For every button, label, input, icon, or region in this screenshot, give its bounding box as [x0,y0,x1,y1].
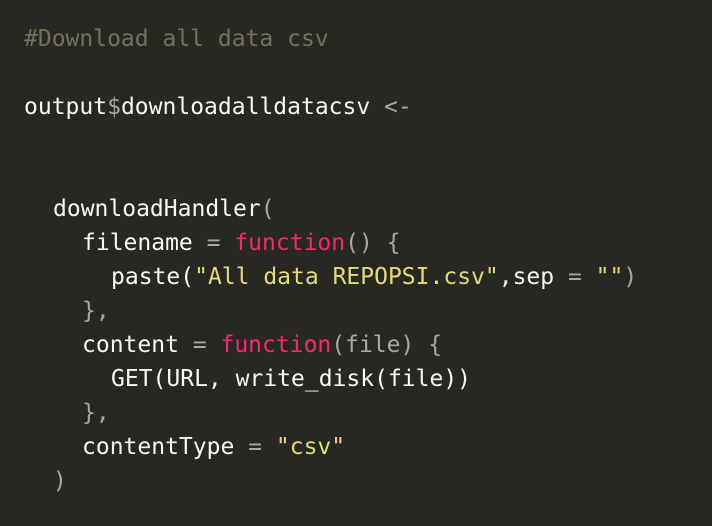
code-editor[interactable]: #Download all data csv output$downloadal… [0,0,712,526]
string-token: "csv" [275,434,346,460]
paren-token: ) [623,264,638,290]
keyword-token: function [220,332,332,358]
paren-token: ( [260,196,275,222]
argument-token: ,sep [498,264,555,290]
code-line-4: filename = function() { [0,226,712,260]
code-line-1: #Download all data csv [0,22,712,56]
code-line-2: output$downloadalldatacsv <- [0,90,712,124]
code-line-blank-2 [0,124,712,158]
brace-token: () { [345,230,401,256]
argument-token: contentType [82,434,235,460]
identifier-token: downloadalldatacsv [120,94,371,120]
code-line-11: ) [0,464,712,498]
assign-operator-token: <- [370,94,412,120]
brace-token: (file) { [331,332,443,358]
equals-operator-token: = [554,264,596,290]
operator-token: $ [107,94,121,120]
code-line-blank-3 [0,158,712,192]
code-line-9: }, [0,396,712,430]
equals-operator-token: = [234,434,276,460]
paren-token: ) [53,468,67,494]
string-token: "All data REPOPSI.csv" [194,264,499,290]
function-call-token: GET(URL, write_disk(file)) [111,366,472,392]
code-line-6: }, [0,294,712,328]
string-token: "" [595,264,624,290]
code-line-8: GET(URL, write_disk(file)) [0,362,712,396]
identifier-token: output [24,94,108,120]
code-line-blank-1 [0,56,712,90]
argument-token: filename [82,230,193,256]
keyword-token: function [234,230,346,256]
code-line-3: downloadHandler( [0,192,712,226]
code-line-5: paste("All data REPOPSI.csv",sep = "") [0,260,712,294]
equals-operator-token: = [192,230,235,256]
brace-token: }, [82,298,110,324]
comment-token: #Download all data csv [24,26,329,52]
brace-token: }, [82,400,110,426]
argument-token: content [82,332,179,358]
function-call-token: downloadHandler [53,196,261,222]
equals-operator-token: = [178,332,221,358]
function-call-token: paste( [111,264,195,290]
code-line-10: contentType = "csv" [0,430,712,464]
code-line-7: content = function(file) { [0,328,712,362]
